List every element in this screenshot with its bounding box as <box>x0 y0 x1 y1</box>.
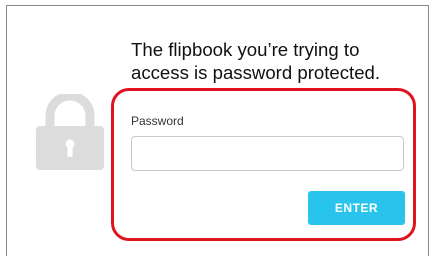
password-input[interactable] <box>131 136 404 171</box>
password-label: Password <box>131 114 184 128</box>
protected-message: The flipbook you’re trying to access is … <box>131 39 381 83</box>
password-page: The flipbook you’re trying to access is … <box>0 0 435 261</box>
enter-button[interactable]: ENTER <box>308 191 405 225</box>
lock-icon <box>36 94 104 170</box>
